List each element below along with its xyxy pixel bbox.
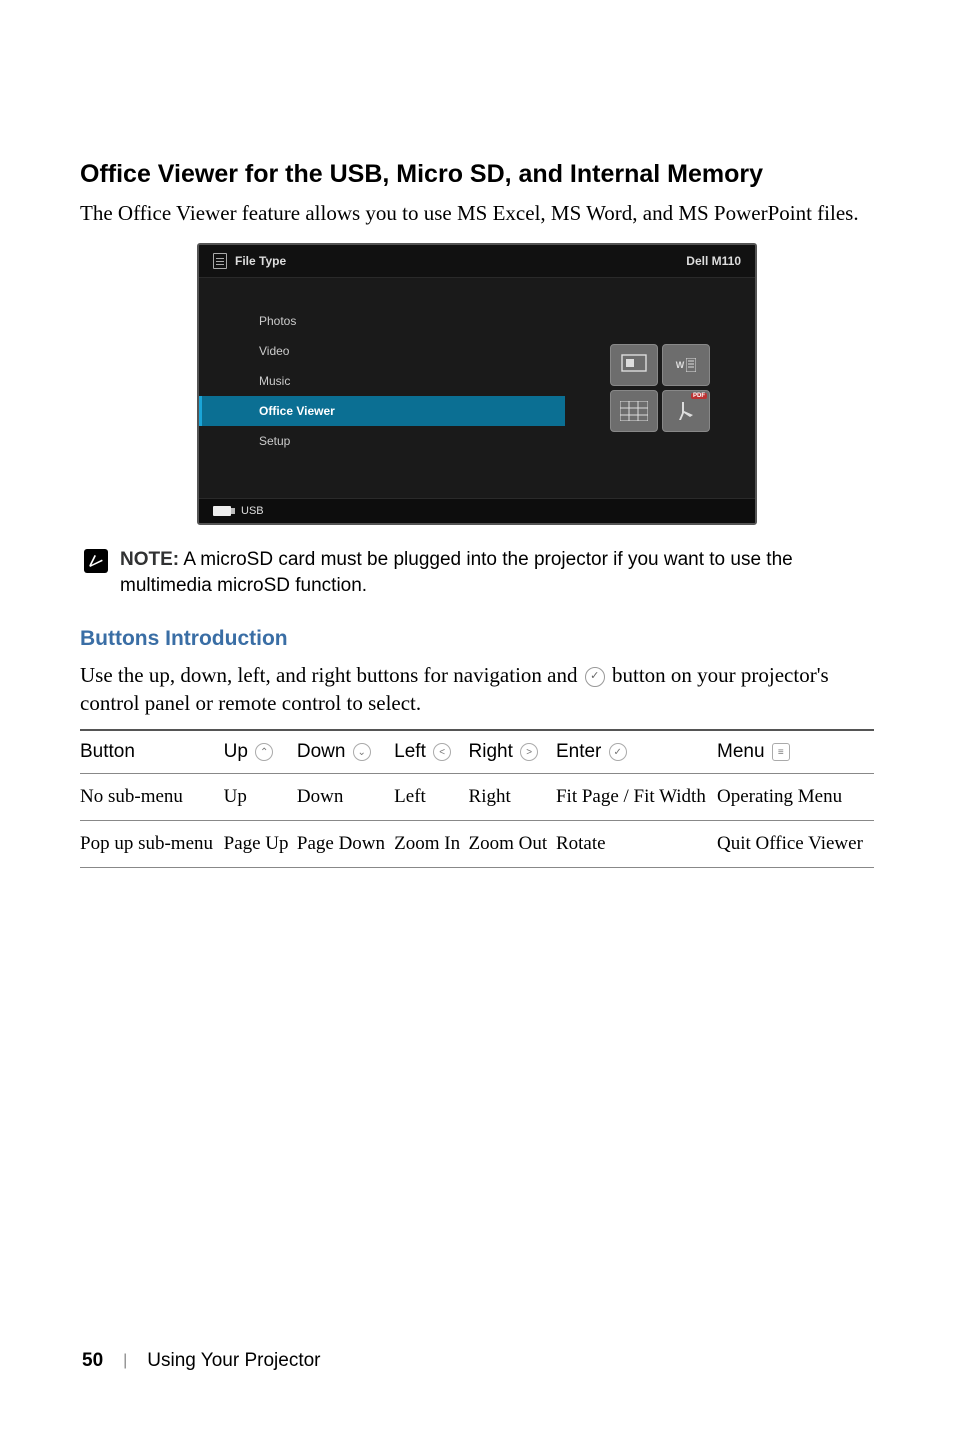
menu-item-setup[interactable]: Setup: [199, 426, 565, 456]
thumb-word-label: W: [676, 360, 685, 370]
cell: Up: [224, 774, 297, 821]
col-right: Right >: [469, 730, 556, 774]
note-body: A microSD card must be plugged into the …: [120, 549, 793, 596]
sub-intro-a: Use the up, down, left, and right button…: [80, 663, 583, 687]
section-title: Office Viewer for the USB, Micro SD, and…: [80, 160, 874, 189]
menu-item-video[interactable]: Video: [199, 336, 565, 366]
cell: Zoom In: [394, 821, 468, 868]
page-footer: 50 | Using Your Projector: [82, 1350, 321, 1372]
cell: Page Down: [297, 821, 394, 868]
cell: Fit Page / Fit Width: [556, 774, 717, 821]
footer-section-label: Using Your Projector: [147, 1350, 320, 1372]
cell: Down: [297, 774, 394, 821]
buttons-table: Button Up ⌃ Down ⌄ Left < Right > Enter …: [80, 729, 874, 868]
buttons-intro-paragraph: Use the up, down, left, and right button…: [80, 661, 874, 718]
intro-paragraph: The Office Viewer feature allows you to …: [80, 199, 874, 227]
menu-item-photos[interactable]: Photos: [199, 306, 565, 336]
col-button: Button: [80, 730, 224, 774]
thumb-presentation-icon: [610, 344, 658, 386]
screenshot-container: File Type Dell M110 Photos Video Music O…: [80, 243, 874, 525]
note-icon: [84, 549, 108, 573]
projector-menu-screenshot: File Type Dell M110 Photos Video Music O…: [197, 243, 757, 525]
note-label: NOTE:: [120, 549, 179, 570]
left-icon: <: [433, 743, 451, 761]
screenshot-thumbnails: W PDF: [565, 278, 755, 498]
down-icon: ⌄: [353, 743, 371, 761]
cell: Right: [469, 774, 556, 821]
check-circle-icon: ✓: [585, 667, 605, 687]
menu-item-music[interactable]: Music: [199, 366, 565, 396]
col-left: Left <: [394, 730, 468, 774]
cell: No sub-menu: [80, 774, 224, 821]
page-number: 50: [82, 1350, 103, 1372]
cell: Left: [394, 774, 468, 821]
menu-item-office-viewer[interactable]: Office Viewer: [199, 396, 565, 426]
up-icon: ⌃: [255, 743, 273, 761]
file-type-icon: [213, 253, 227, 269]
screenshot-footer-label: USB: [241, 505, 264, 517]
thumb-pdf-icon: PDF: [662, 390, 710, 432]
screenshot-menu: Photos Video Music Office Viewer Setup: [199, 278, 565, 498]
menu-icon: ≡: [772, 743, 790, 761]
cell: Operating Menu: [717, 774, 874, 821]
col-menu: Menu ≡: [717, 730, 874, 774]
screenshot-header-right: Dell M110: [686, 254, 741, 268]
col-down: Down ⌄: [297, 730, 394, 774]
cell: Rotate: [556, 821, 717, 868]
thumb-word-icon: W: [662, 344, 710, 386]
screenshot-header-left: File Type: [235, 254, 286, 268]
table-row: No sub-menu Up Down Left Right Fit Page …: [80, 774, 874, 821]
table-row: Pop up sub-menu Page Up Page Down Zoom I…: [80, 821, 874, 868]
usb-icon: [213, 506, 231, 516]
cell: Pop up sub-menu: [80, 821, 224, 868]
footer-separator: |: [123, 1352, 127, 1370]
screenshot-footer: USB: [199, 498, 755, 523]
buttons-intro-heading: Buttons Introduction: [80, 627, 874, 651]
enter-icon: ✓: [609, 743, 627, 761]
pdf-badge: PDF: [691, 393, 707, 399]
note-row: NOTE: A microSD card must be plugged int…: [80, 547, 874, 598]
col-up: Up ⌃: [224, 730, 297, 774]
col-enter: Enter ✓: [556, 730, 717, 774]
cell: Zoom Out: [469, 821, 556, 868]
thumb-excel-icon: [610, 390, 658, 432]
cell: Page Up: [224, 821, 297, 868]
right-icon: >: [520, 743, 538, 761]
cell: Quit Office Viewer: [717, 821, 874, 868]
screenshot-header: File Type Dell M110: [199, 245, 755, 278]
